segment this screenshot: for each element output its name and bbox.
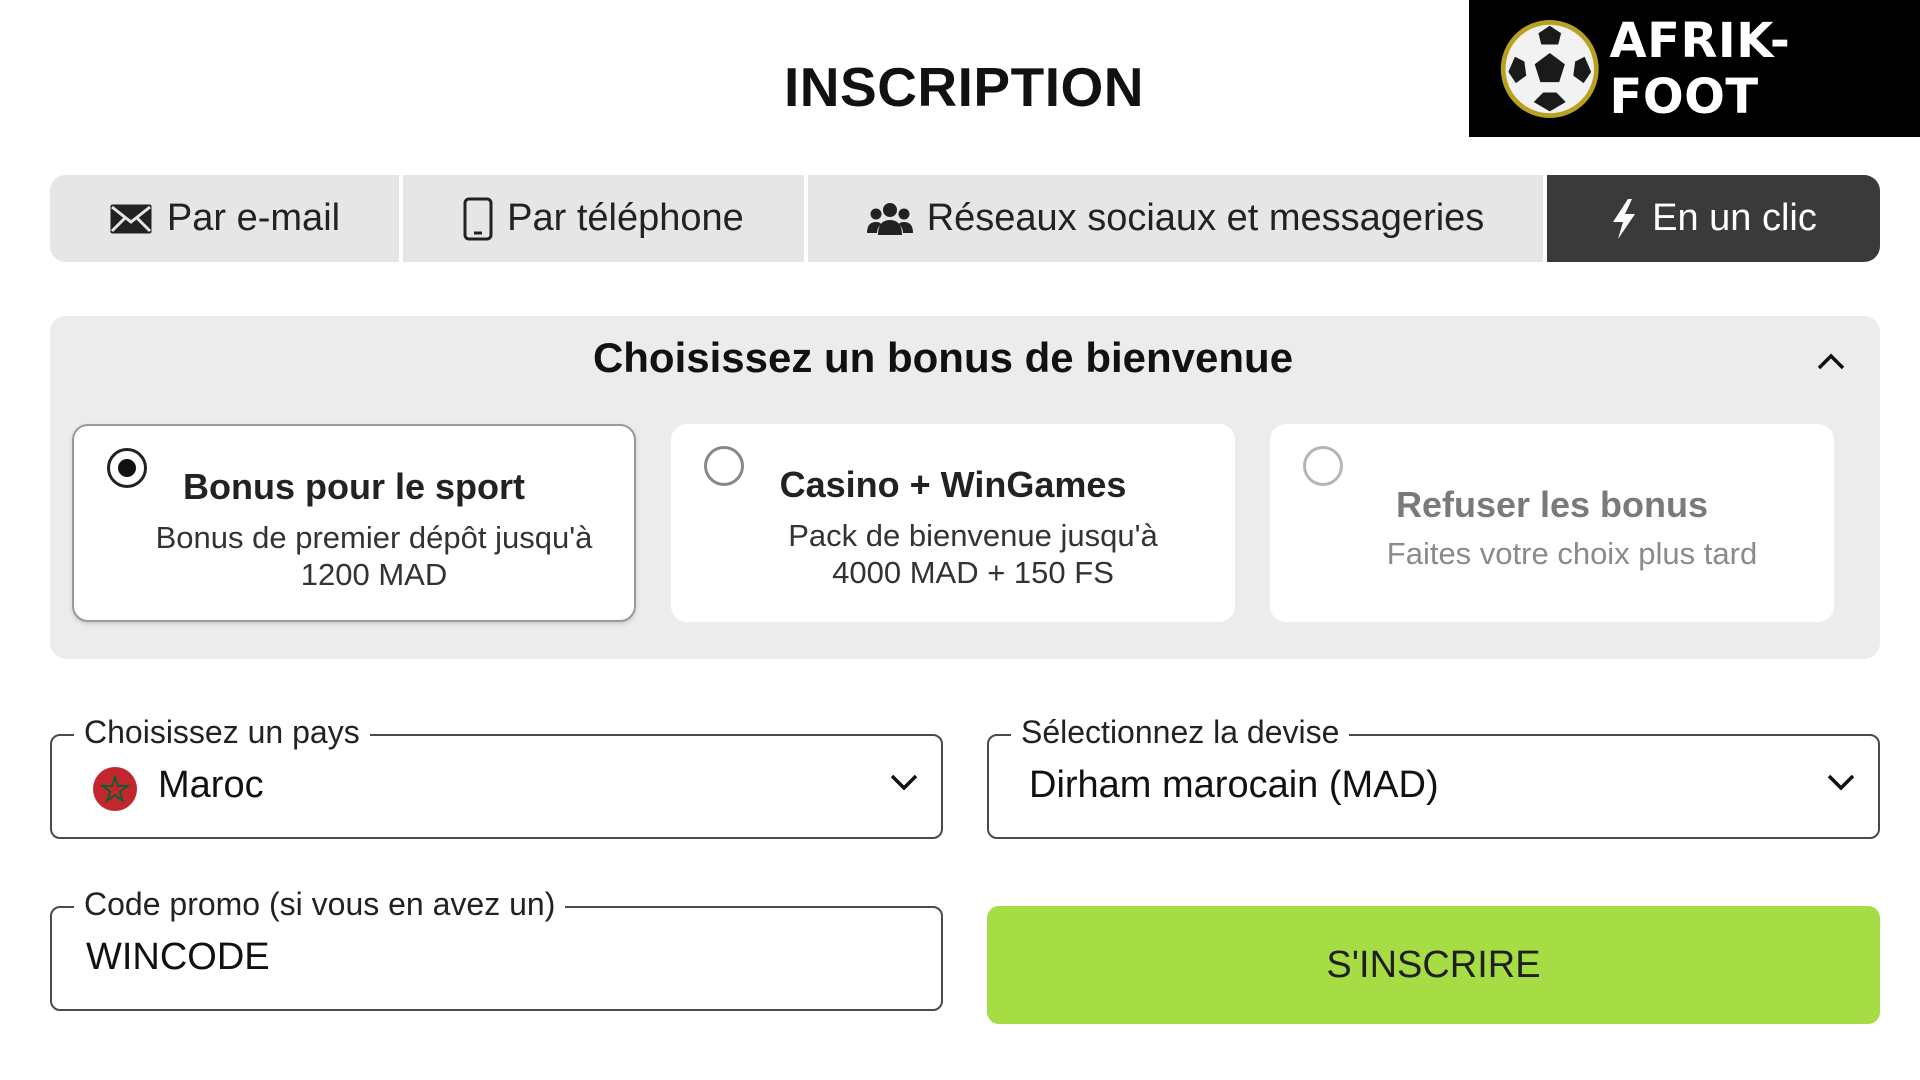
soccer-ball-icon — [1500, 19, 1599, 118]
tab-email[interactable]: Par e-mail — [50, 175, 403, 262]
tab-phone[interactable]: Par téléphone — [403, 175, 808, 262]
welcome-bonus-panel: Choisissez un bonus de bienvenue Bonus p… — [50, 316, 1880, 659]
bonus-option-title: Casino + WinGames — [779, 464, 1127, 505]
tab-one-click-label: En un clic — [1652, 197, 1817, 239]
promo-code-input[interactable]: WINCODE — [86, 936, 270, 979]
bonus-option-line: Bonus de premier dépôt jusqu'à — [155, 520, 593, 555]
country-select-value: Maroc — [158, 764, 264, 806]
afrik-foot-logo: AFRIK-FOOT — [1469, 0, 1920, 137]
lightning-icon — [1610, 198, 1638, 240]
phone-icon — [463, 197, 493, 241]
collapse-button[interactable] — [1808, 338, 1854, 384]
bonus-option-line: 1200 MAD — [300, 557, 448, 592]
chevron-down-icon — [1826, 772, 1856, 797]
users-icon — [866, 201, 913, 237]
bonus-option-refuse[interactable]: Refuser les bonus Faites votre choix plu… — [1270, 424, 1834, 622]
chevron-up-icon — [1817, 353, 1845, 370]
country-select-label: Choisissez un pays — [74, 714, 370, 751]
bonus-option-title: Refuser les bonus — [1395, 484, 1709, 525]
bonus-option-sport[interactable]: Bonus pour le sport Bonus de premier dép… — [72, 424, 636, 622]
bonus-option-line: Faites votre choix plus tard — [1386, 536, 1758, 571]
registration-method-tabs: Par e-mail Par téléphone Réseaux sociaux… — [50, 175, 1880, 262]
logo-text: AFRIK-FOOT — [1609, 12, 1791, 125]
bonus-option-line: Pack de bienvenue jusqu'à — [788, 518, 1158, 553]
bonus-option-description: Bonus de premier dépôt jusqu'à 1200 MAD — [124, 519, 624, 593]
bonus-option-casino[interactable]: Casino + WinGames Pack de bienvenue jusq… — [671, 424, 1235, 622]
promo-code-label: Code promo (si vous en avez un) — [74, 886, 566, 923]
signup-button[interactable]: S'INSCRIRE — [987, 906, 1880, 1024]
chevron-down-icon — [889, 772, 919, 797]
currency-select[interactable]: Sélectionnez la devise Dirham marocain (… — [987, 714, 1880, 839]
tab-social-networks[interactable]: Réseaux sociaux et messageries — [808, 175, 1547, 262]
tab-social-networks-label: Réseaux sociaux et messageries — [926, 197, 1485, 239]
tab-phone-label: Par téléphone — [507, 197, 744, 239]
bonus-option-line: 4000 MAD + 150 FS — [832, 555, 1114, 590]
radio-unselected-icon[interactable] — [1303, 446, 1343, 486]
tab-email-label: Par e-mail — [166, 197, 341, 239]
bonus-panel-title: Choisissez un bonus de bienvenue — [592, 334, 1294, 381]
country-select[interactable]: Choisissez un pays Maroc — [50, 714, 943, 839]
bonus-option-title: Bonus pour le sport — [183, 466, 525, 507]
bonus-option-description: Pack de bienvenue jusqu'à 4000 MAD + 150… — [721, 517, 1225, 591]
currency-select-value: Dirham marocain (MAD) — [1029, 764, 1439, 806]
envelope-icon — [109, 203, 153, 235]
bonus-option-description: Faites votre choix plus tard — [1320, 535, 1824, 572]
promo-code-field[interactable]: Code promo (si vous en avez un) WINCODE — [50, 886, 943, 1011]
morocco-flag-icon — [92, 766, 138, 817]
currency-select-label: Sélectionnez la devise — [1011, 714, 1350, 751]
tab-one-click[interactable]: En un clic — [1547, 175, 1880, 262]
